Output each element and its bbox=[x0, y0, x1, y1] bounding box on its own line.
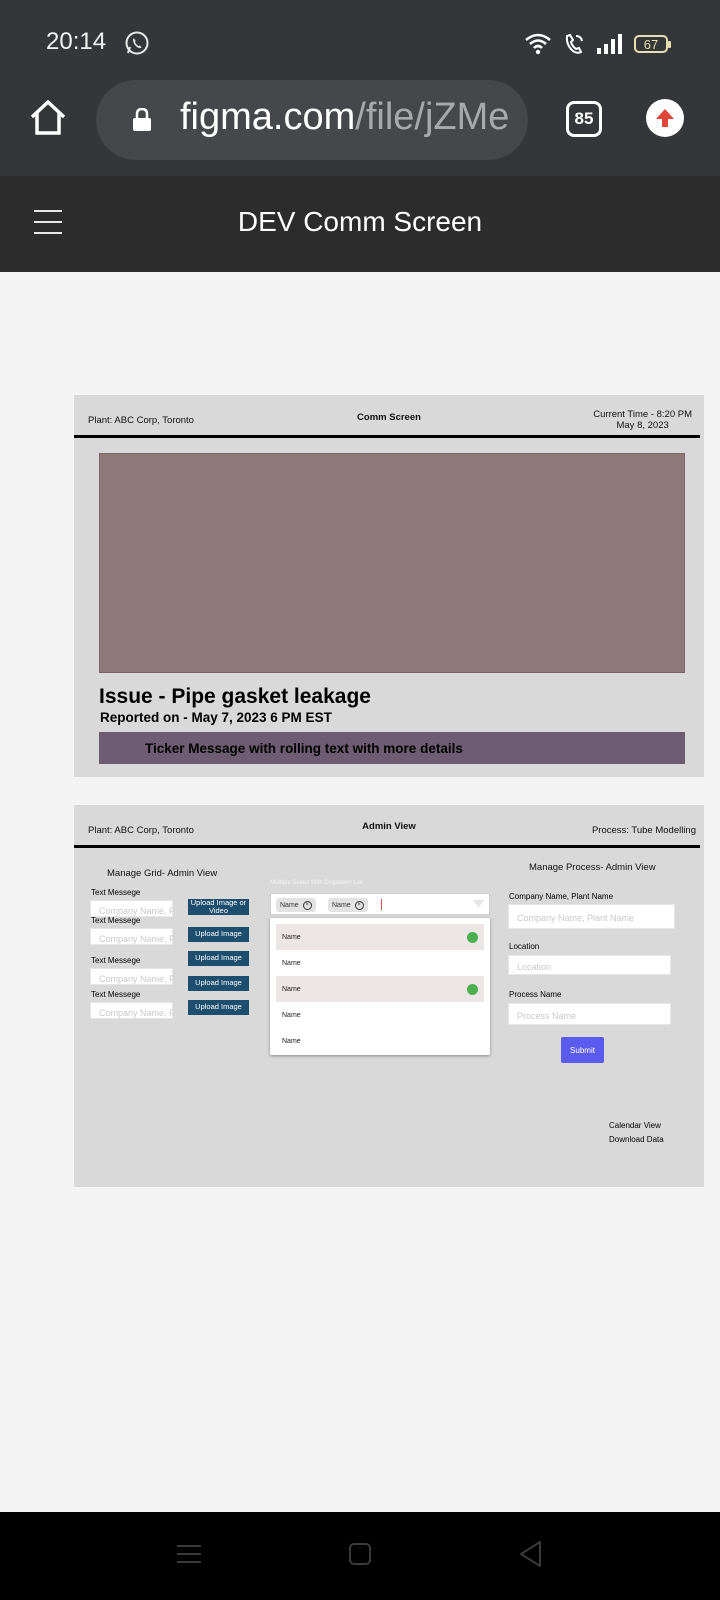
dropdown-list: Name Name Name Name Name bbox=[270, 918, 490, 1055]
grid-row-label: Text Messege bbox=[91, 888, 141, 897]
ticker-text: Ticker Message with rolling text with mo… bbox=[145, 741, 463, 756]
browser-toolbar: figma.com/file/jZMe 85 bbox=[0, 80, 720, 176]
grid-row-placeholder: Company Name, Pla bbox=[99, 906, 173, 916]
header-divider bbox=[74, 435, 700, 438]
option-label: Name bbox=[282, 933, 301, 941]
text-cursor bbox=[381, 899, 382, 910]
url-path: /file/jZMe bbox=[355, 96, 510, 138]
selected-chip[interactable]: Name × bbox=[328, 898, 368, 912]
comm-time-block: Current Time - 8:20 PM May 8, 2023 bbox=[593, 409, 692, 432]
update-button[interactable] bbox=[646, 99, 684, 137]
company-input[interactable]: Company Name, Plant Name bbox=[508, 904, 675, 929]
home-nav-icon[interactable] bbox=[348, 1542, 372, 1566]
grid-row-input[interactable]: Company Name, Pla bbox=[90, 928, 173, 945]
dropdown-option[interactable]: Name bbox=[270, 950, 490, 976]
manage-grid-heading: Manage Grid- Admin View bbox=[107, 868, 218, 879]
process-name-label: Process Name bbox=[509, 990, 562, 999]
remove-chip-icon[interactable]: × bbox=[354, 900, 364, 910]
recents-icon[interactable] bbox=[176, 1542, 202, 1566]
upload-image-or-video-button[interactable]: Upload Image or Video bbox=[188, 898, 249, 915]
grid-row-label: Text Messege bbox=[91, 916, 141, 925]
figma-header: DEV Comm Screen bbox=[0, 176, 720, 272]
grid-row-input[interactable]: Company Name, Pla bbox=[90, 1002, 173, 1019]
download-data-link[interactable]: Download Data bbox=[609, 1135, 664, 1144]
admin-view-frame[interactable]: Plant: ABC Corp, Toronto Admin View Proc… bbox=[74, 805, 704, 1187]
whatsapp-icon bbox=[125, 31, 149, 55]
chip-label: Name bbox=[280, 901, 299, 909]
submit-button[interactable]: Submit bbox=[561, 1037, 604, 1063]
company-label: Company Name, Plant Name bbox=[509, 892, 614, 901]
file-title: DEV Comm Screen bbox=[237, 206, 483, 237]
status-time: 20:14 bbox=[46, 28, 107, 55]
system-nav-bar bbox=[0, 1512, 720, 1600]
dropdown-option[interactable]: Name bbox=[276, 976, 484, 1002]
check-icon bbox=[467, 984, 478, 995]
admin-process-label: Process: Tube Modelling bbox=[591, 825, 696, 836]
ticker-bar: Ticker Message with rolling text with mo… bbox=[99, 732, 685, 764]
check-icon bbox=[467, 932, 478, 943]
upload-image-button[interactable]: Upload Image bbox=[188, 951, 249, 966]
process-name-input[interactable]: Process Name bbox=[508, 1003, 671, 1025]
issue-title: Issue - Pipe gasket leakage bbox=[99, 685, 371, 708]
url-text: figma.com/file/jZMe bbox=[180, 96, 509, 139]
lock-icon bbox=[133, 108, 151, 131]
current-date: May 8, 2023 bbox=[616, 419, 669, 431]
arrow-up-icon bbox=[656, 109, 674, 127]
grid-row-input[interactable]: Company Name, Pla bbox=[90, 900, 173, 917]
signal-icon bbox=[597, 34, 622, 54]
option-label: Name bbox=[282, 1011, 301, 1019]
chevron-down-icon[interactable] bbox=[473, 900, 484, 909]
manage-process-heading: Manage Process- Admin View bbox=[529, 862, 656, 873]
multi-select-label: Multiple Select With Dropdown List bbox=[270, 880, 363, 886]
tab-switcher-button[interactable]: 85 bbox=[566, 101, 602, 137]
location-placeholder: Location bbox=[517, 962, 552, 972]
dropdown-option[interactable]: Name bbox=[270, 1002, 490, 1028]
grid-row-input[interactable]: Company Name, Pla bbox=[90, 968, 173, 985]
location-label: Location bbox=[509, 942, 540, 951]
admin-header-divider bbox=[74, 845, 700, 848]
grid-row-placeholder: Company Name, Pla bbox=[99, 974, 173, 984]
url-bar[interactable]: figma.com/file/jZMe bbox=[96, 80, 528, 160]
status-icons: 67 bbox=[524, 30, 671, 58]
status-bar: 20:14 67 bbox=[0, 0, 720, 80]
wifi-call-icon bbox=[565, 33, 583, 54]
selected-chip[interactable]: Name × bbox=[276, 898, 316, 912]
location-input[interactable]: Location bbox=[508, 955, 671, 975]
chip-label: Name bbox=[332, 901, 351, 909]
upload-image-button[interactable]: Upload Image bbox=[188, 927, 249, 942]
wifi-icon bbox=[525, 33, 551, 55]
upload-image-button[interactable]: Upload Image bbox=[188, 976, 249, 991]
dropdown-option[interactable]: Name bbox=[276, 924, 484, 950]
company-placeholder: Company Name, Plant Name bbox=[517, 913, 635, 923]
back-icon[interactable] bbox=[518, 1540, 544, 1568]
dropdown-option[interactable]: Name bbox=[270, 1028, 490, 1054]
issue-reported: Reported on - May 7, 2023 6 PM EST bbox=[100, 710, 332, 725]
comm-screen-frame[interactable]: Plant: ABC Corp, Toronto Comm Screen Cur… bbox=[74, 395, 704, 777]
remove-chip-icon[interactable]: × bbox=[302, 900, 312, 910]
grid-row-placeholder: Company Name, Pla bbox=[99, 1008, 173, 1018]
upload-image-button[interactable]: Upload Image bbox=[188, 1000, 249, 1015]
multi-select-input[interactable]: Name × Name × bbox=[270, 893, 490, 915]
grid-row-label: Text Messege bbox=[91, 956, 141, 965]
battery-icon: 67 bbox=[634, 35, 671, 53]
option-label: Name bbox=[282, 985, 301, 993]
url-domain: figma.com bbox=[180, 96, 356, 138]
media-placeholder bbox=[99, 453, 685, 673]
grid-row-label: Text Messege bbox=[91, 990, 141, 999]
process-name-placeholder: Process Name bbox=[517, 1011, 577, 1021]
grid-row-placeholder: Company Name, Pla bbox=[99, 934, 173, 944]
calendar-view-link[interactable]: Calendar View bbox=[609, 1121, 661, 1130]
option-label: Name bbox=[282, 959, 301, 967]
home-icon[interactable] bbox=[28, 98, 68, 138]
option-label: Name bbox=[282, 1037, 301, 1045]
